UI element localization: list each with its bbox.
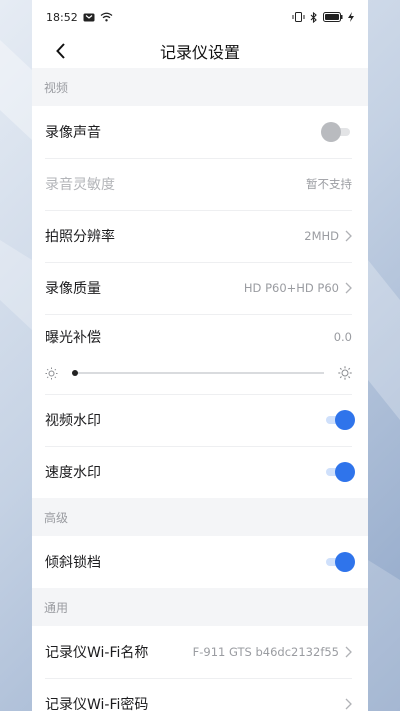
mic-sensitivity-value: 暂不支持 [306,177,352,191]
bluetooth-icon [310,11,317,23]
section-header-video: 视频 [44,80,69,95]
wifi-name-value: F-911 GTS b46dc2132f55 [192,645,339,659]
page-title: 记录仪设置 [159,43,240,62]
video-watermark-toggle[interactable] [324,410,355,430]
speed-watermark-row[interactable]: 速度水印 [32,446,368,498]
record-sound-label: 录像声音 [45,125,101,141]
record-quality-row[interactable]: 录像质量 HD P60+HD P60 [32,262,368,314]
nav-bar: 记录仪设置 [32,34,368,68]
mic-sensitivity-row: 录音灵敏度 暂不支持 [32,158,368,210]
brightness-high-icon [338,366,352,380]
tilt-lock-row[interactable]: 倾斜锁档 [32,536,368,588]
record-sound-row[interactable]: 录像声音 [32,106,368,158]
wifi-icon [100,12,113,22]
exposure-value: 0.0 [333,330,352,344]
mic-sensitivity-label: 录音灵敏度 [45,177,115,193]
record-quality-label: 录像质量 [45,281,101,297]
wifi-password-row[interactable]: 记录仪Wi-Fi密码 [32,678,368,711]
tilt-lock-toggle[interactable] [324,552,355,572]
chevron-right-icon [345,230,352,242]
chevron-right-icon [345,646,352,658]
tilt-lock-label: 倾斜锁档 [45,555,101,571]
general-settings-card: 记录仪Wi-Fi名称 F-911 GTS b46dc2132f55 记录仪Wi-… [32,626,368,711]
video-settings-card: 录像声音 录音灵敏度 暂不支持 拍照分辨率 2MHD 录像质量 HD P60+H… [32,106,368,498]
battery-icon [323,12,343,22]
status-bar: 18:52 [32,0,368,34]
video-watermark-label: 视频水印 [45,413,101,429]
wifi-name-row[interactable]: 记录仪Wi-Fi名称 F-911 GTS b46dc2132f55 [32,626,368,678]
notification-icon [83,13,95,21]
vibrate-icon [292,12,305,22]
record-sound-toggle[interactable] [321,122,352,142]
photo-resolution-label: 拍照分辨率 [45,229,115,245]
phone-screen: 18:52 记录仪设置 视频 录像声音 录音灵敏度 暂不支持 拍照分辨率 2MH… [32,0,368,711]
chevron-left-icon [56,43,65,59]
exposure-slider[interactable] [72,370,324,376]
speed-watermark-toggle[interactable] [324,462,355,482]
speed-watermark-label: 速度水印 [45,465,101,481]
charging-icon [348,12,354,22]
chevron-right-icon [345,698,352,710]
wifi-name-label: 记录仪Wi-Fi名称 [45,645,149,661]
wifi-password-label: 记录仪Wi-Fi密码 [45,697,149,711]
exposure-slider-handle[interactable] [72,370,78,376]
advanced-settings-card: 倾斜锁档 [32,536,368,588]
video-watermark-row[interactable]: 视频水印 [32,394,368,446]
chevron-right-icon [345,282,352,294]
section-header-general: 通用 [44,600,69,615]
exposure-label: 曝光补偿 [45,330,101,346]
back-button[interactable] [48,38,74,64]
record-quality-value: HD P60+HD P60 [243,281,339,295]
brightness-low-icon [45,367,58,379]
photo-resolution-value: 2MHD [304,229,339,243]
section-header-advanced: 高级 [44,510,69,525]
photo-resolution-row[interactable]: 拍照分辨率 2MHD [32,210,368,262]
status-time: 18:52 [46,10,78,24]
exposure-block: 曝光补偿 0.0 [32,314,368,394]
